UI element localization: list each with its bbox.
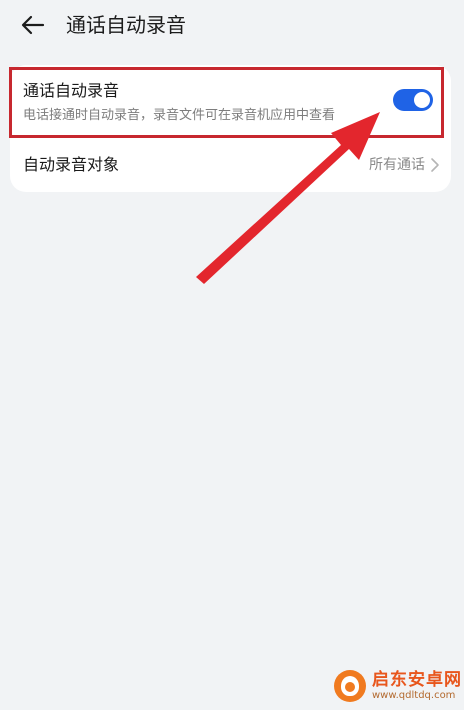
toggle-knob (414, 92, 430, 108)
chevron-right-icon (431, 158, 439, 172)
arrow-left-icon (21, 15, 45, 35)
back-button[interactable] (16, 8, 50, 42)
record-target-value: 所有通话 (369, 157, 425, 173)
top-bar: 通话自动录音 (0, 0, 464, 52)
watermark-text: 启东安卓网 www.qdltdq.com (372, 669, 462, 702)
record-target-row[interactable]: 自动录音对象 所有通话 (10, 141, 451, 192)
page-title: 通话自动录音 (66, 13, 186, 37)
auto-record-subtitle: 电话接通时自动录音，录音文件可在录音机应用中查看 (23, 108, 336, 123)
watermark-logo-icon (334, 670, 366, 702)
auto-record-row[interactable]: 通话自动录音 电话接通时自动录音，录音文件可在录音机应用中查看 (10, 65, 451, 140)
watermark-url: www.qdltdq.com (372, 689, 456, 701)
auto-record-title: 通话自动录音 (23, 81, 120, 100)
record-target-label: 自动录音对象 (23, 155, 120, 174)
auto-record-toggle[interactable] (393, 89, 433, 111)
watermark: 启东安卓网 www.qdltdq.com (334, 666, 462, 706)
watermark-name: 启东安卓网 (372, 669, 462, 690)
settings-card: 通话自动录音 电话接通时自动录音，录音文件可在录音机应用中查看 自动录音对象 所… (10, 65, 451, 192)
settings-page: 通话自动录音 通话自动录音 电话接通时自动录音，录音文件可在录音机应用中查看 自… (0, 0, 464, 710)
